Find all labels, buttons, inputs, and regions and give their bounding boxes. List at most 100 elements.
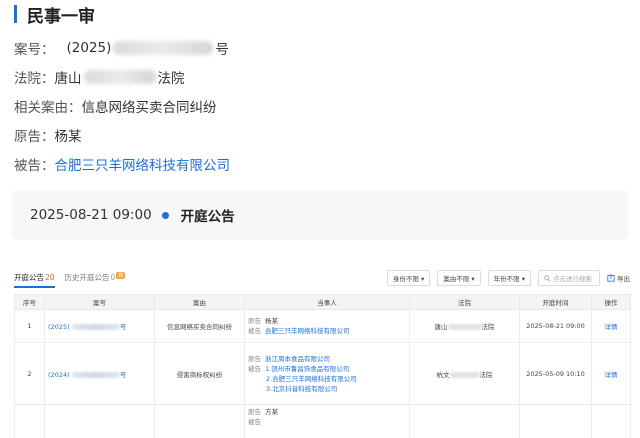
row-parties: 原告 方某 被告 xyxy=(244,404,410,438)
row-cause: 侵害商标权纠纷 xyxy=(154,342,245,405)
hearing-card: 2025-08-21 09:00 开庭公告 xyxy=(12,190,628,240)
table-row: 2 (2024) 号 侵害商标权纠纷 原告 浙江周本食品有限公司 被告 1.饶州市鲁… xyxy=(14,342,631,405)
case-number-label: 案号： xyxy=(14,42,55,58)
row-case-number[interactable]: (2024) 号 xyxy=(44,342,155,405)
court-suffix: 法院 xyxy=(479,370,493,379)
column-header: 操作 xyxy=(591,294,631,310)
hearing-time: 2025-08-21 09:00 xyxy=(30,207,152,223)
party-name: 杨某 xyxy=(265,317,278,325)
row-detail-link[interactable] xyxy=(591,404,631,438)
row-index: 1 xyxy=(14,309,45,343)
plaintiff-value: 杨某 xyxy=(54,129,82,145)
notice-table: 序号 案号 案由 当事人 法院 开庭时间 操作 1 (2025) 号 信息网络买… xyxy=(14,294,631,438)
tab-count: 0 xyxy=(110,273,116,282)
row-court: 唐山 法院 xyxy=(409,309,520,343)
court-prefix: 杭文 xyxy=(436,370,450,379)
party-name-link[interactable]: 浙江周本食品有限公司 xyxy=(265,355,330,363)
row-parties: 原告 浙江周本食品有限公司 被告 1.饶州市鲁昌饰食品有限公司 2.合肥三只羊网络科… xyxy=(244,342,410,405)
tab-label: 开庭公告 xyxy=(14,273,44,282)
redacted-court-name xyxy=(83,70,156,84)
plaintiff-row: 原告： 杨某 xyxy=(14,125,82,145)
party-name-link[interactable]: 合肥三只羊网络科技有限公司 xyxy=(265,327,350,335)
court-suffix: 法院 xyxy=(481,323,495,331)
section-header: 民事一审 xyxy=(14,4,95,27)
plaintiff-label: 原告： xyxy=(14,129,55,145)
row-court xyxy=(409,404,520,438)
table-header-row: 序号 案号 案由 当事人 法院 开庭时间 操作 xyxy=(14,294,631,310)
filter-bar: 身份不限 ▾ 案由不限 ▾ 年份不限 ▾ 点击进行搜索 导出 xyxy=(380,270,630,286)
filter-label: 身份不限 xyxy=(392,275,419,283)
party-role: 被告 xyxy=(248,418,261,426)
party-line: 原告 杨某 xyxy=(248,316,406,326)
detail-label: 详情 xyxy=(604,370,618,379)
new-badge: 新 xyxy=(116,272,126,279)
filter-label: 案由不限 xyxy=(443,275,470,283)
column-header: 案号 xyxy=(44,294,155,310)
party-line: 被告 合肥三只羊网络科技有限公司 xyxy=(248,326,406,336)
cause-filter-dropdown[interactable]: 案由不限 ▾ xyxy=(437,270,481,286)
tab-label: 历史开庭公告 xyxy=(64,273,110,282)
case-suffix: 号 xyxy=(119,370,127,379)
row-case-number[interactable] xyxy=(44,404,155,438)
notice-tabs: 开庭公告20 历史开庭公告0 新 xyxy=(14,272,135,288)
row-cause xyxy=(154,404,245,438)
export-label: 导出 xyxy=(617,275,630,283)
case-year: (2024) xyxy=(48,370,70,379)
party-role: 原告 xyxy=(248,317,261,325)
cause-row: 相关案由： 信息网络买卖合同纠纷 xyxy=(14,96,217,116)
party-line: 被告 1.饶州市鲁昌饰食品有限公司 xyxy=(248,364,406,374)
title-accent-bar xyxy=(14,5,17,23)
export-icon xyxy=(607,274,615,282)
hearing-type: 开庭公告 xyxy=(180,209,235,225)
search-placeholder: 点击进行搜索 xyxy=(553,275,592,283)
filter-label: 年份不限 xyxy=(493,275,520,283)
export-button[interactable]: 导出 xyxy=(607,273,630,283)
row-index: 2 xyxy=(14,342,45,405)
case-number-year: (2025) xyxy=(66,40,112,56)
case-suffix: 号 xyxy=(119,323,127,331)
party-name: 方某 xyxy=(265,408,278,416)
court-label: 法院： xyxy=(14,71,55,87)
redacted-case-number xyxy=(71,371,120,378)
case-year: (2025) xyxy=(48,323,70,331)
tab-history-notices[interactable]: 历史开庭公告0 新 xyxy=(65,272,126,288)
party-role: 原告 xyxy=(248,408,261,416)
row-case-number[interactable]: (2025) 号 xyxy=(44,309,155,343)
party-line: 3.北京抖音科技有限公司 xyxy=(248,384,406,394)
case-number-row: 案号： (2025) 号 xyxy=(14,38,229,58)
row-hearing-time xyxy=(519,404,592,438)
defendant-row: 被告： 合肥三只羊网络科技有限公司 xyxy=(14,154,230,174)
row-parties: 原告 杨某 被告 合肥三只羊网络科技有限公司 xyxy=(244,309,410,343)
party-line: 原告 浙江周本食品有限公司 xyxy=(248,354,406,364)
defendant-link[interactable]: 合肥三只羊网络科技有限公司 xyxy=(55,154,231,174)
year-filter-dropdown[interactable]: 年份不限 ▾ xyxy=(487,270,531,286)
column-header: 当事人 xyxy=(244,294,410,310)
row-detail-link[interactable]: 详情 xyxy=(591,342,631,405)
row-hearing-time: 2025-05-09 10:10 xyxy=(519,342,592,405)
redacted-court xyxy=(449,371,480,378)
column-header: 法院 xyxy=(409,294,520,310)
row-court: 杭文 法院 xyxy=(409,342,520,405)
timeline-dot-icon xyxy=(161,211,169,219)
party-role: 被告 xyxy=(248,364,261,373)
court-row: 法院： 唐山 法院 xyxy=(14,67,185,87)
row-hearing-time: 2025-08-21 09:00 xyxy=(519,309,592,343)
party-name-link[interactable]: 3.北京抖音科技有限公司 xyxy=(266,385,337,393)
redacted-case-number xyxy=(71,324,120,330)
row-detail-link[interactable]: 详情 xyxy=(591,309,631,343)
court-prefix: 唐山 xyxy=(54,71,82,87)
table-row: 原告 方某 被告 xyxy=(14,404,631,438)
row-index xyxy=(14,404,45,438)
cause-label: 相关案由： xyxy=(14,100,82,116)
identity-filter-dropdown[interactable]: 身份不限 ▾ xyxy=(386,270,431,286)
party-name-link[interactable]: 2.合肥三只羊网络科技有限公司 xyxy=(266,375,357,383)
column-header: 开庭时间 xyxy=(519,294,592,310)
table-search-input[interactable]: 点击进行搜索 xyxy=(538,270,600,286)
redacted-court xyxy=(447,324,482,330)
tab-hearing-notices[interactable]: 开庭公告20 xyxy=(14,272,55,288)
court-prefix: 唐山 xyxy=(434,323,448,331)
party-name-link[interactable]: 1.饶州市鲁昌饰食品有限公司 xyxy=(265,365,349,373)
case-number-suffix: 号 xyxy=(215,42,229,58)
row-cause: 信息网络买卖合同纠纷 xyxy=(154,309,245,343)
column-header: 序号 xyxy=(14,294,45,310)
